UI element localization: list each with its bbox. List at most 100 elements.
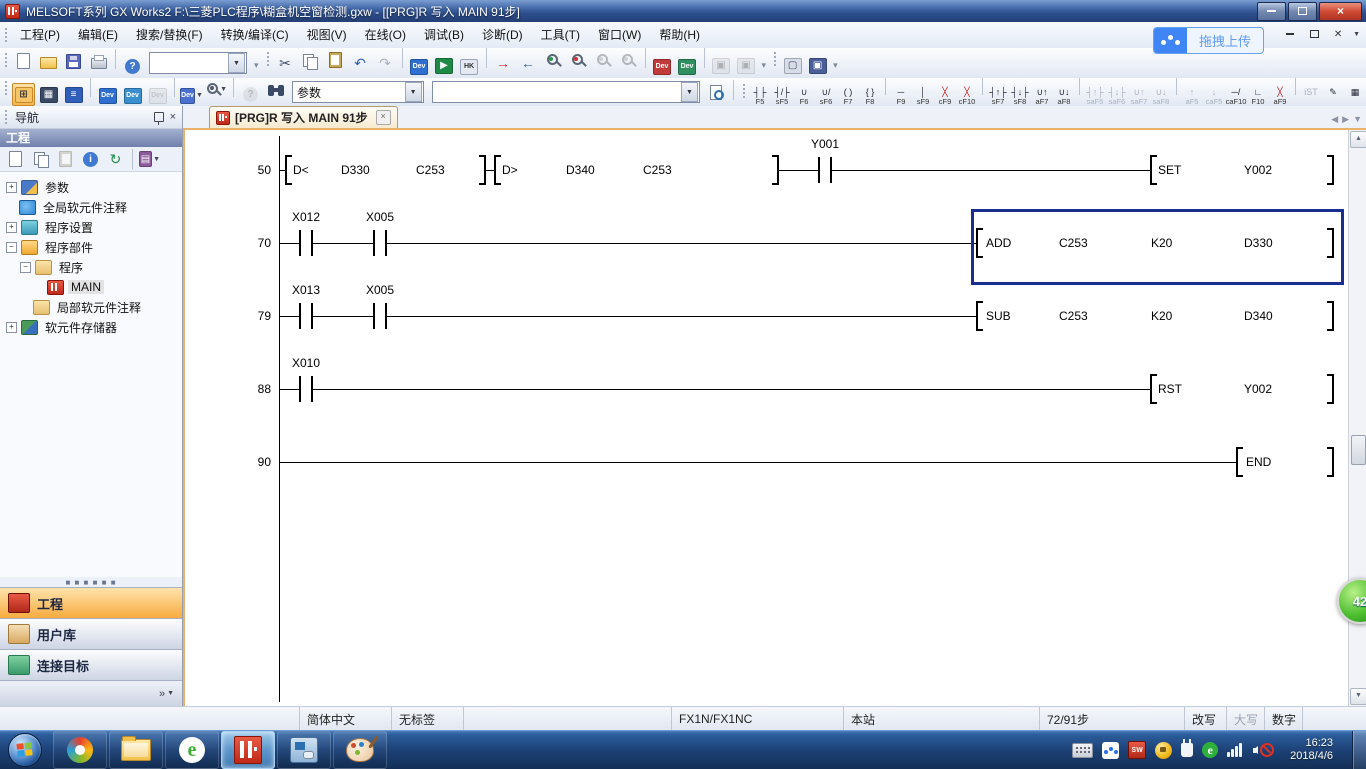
menu-overflow-icon[interactable]: ▼ xyxy=(1353,31,1360,38)
menu-item-5[interactable]: 在线(O) xyxy=(356,28,415,42)
new-document-icon[interactable] xyxy=(12,49,35,72)
navigation-toggle-icon[interactable]: ⊞ xyxy=(12,83,35,106)
ladder-key-aF5[interactable]: ↑aF5 xyxy=(1181,85,1203,107)
toolbar-overflow-icon[interactable]: ▾ xyxy=(254,60,259,73)
ladder-key-F5[interactable]: ┤├F5 xyxy=(749,85,771,107)
ladder-key-F9[interactable]: ─F9 xyxy=(890,85,912,107)
ladder-key-sF7[interactable]: ┤↑├sF7 xyxy=(987,85,1009,107)
mdi-restore-button[interactable] xyxy=(1305,26,1323,42)
help2-icon[interactable]: ? xyxy=(239,83,262,106)
toolbar-grip[interactable] xyxy=(772,50,777,68)
close-button[interactable]: × xyxy=(1319,2,1362,21)
tree-expander-icon[interactable]: + xyxy=(6,182,17,193)
toolbar-overflow-icon[interactable]: ▾ xyxy=(833,60,838,73)
nav-view-2[interactable]: 连接目标 xyxy=(0,649,182,680)
zoom-icon[interactable]: ▼ xyxy=(205,78,228,101)
ladder-key-aF9[interactable]: ╳aF9 xyxy=(1269,85,1291,107)
tree-item-6[interactable]: 局部软元件注释 xyxy=(0,297,182,317)
ladder-key-caF10[interactable]: ─/caF10 xyxy=(1225,85,1247,107)
network-signal-icon[interactable] xyxy=(1227,743,1244,757)
cut-icon[interactable]: ✂ xyxy=(274,52,297,75)
verify-icon[interactable]: HK xyxy=(458,55,481,78)
device-init-icon[interactable]: Dev xyxy=(146,84,169,107)
tree-expander-icon[interactable]: − xyxy=(6,242,17,253)
netdisk-upload-button[interactable]: 拖拽上传 xyxy=(1153,27,1264,54)
taskbar-app-explorer[interactable] xyxy=(109,731,163,769)
toolbar-grip[interactable] xyxy=(3,79,8,97)
security-lock-icon[interactable] xyxy=(1155,742,1172,759)
write-to-plc-icon[interactable]: Dev xyxy=(408,55,431,78)
window-cascade-icon[interactable]: ▣ xyxy=(735,54,758,77)
tree-item-main[interactable]: MAIN xyxy=(0,277,182,297)
window-tile-icon[interactable]: ▣ xyxy=(710,54,733,77)
scroll-down-icon[interactable]: ▼ xyxy=(1350,688,1366,705)
nav-view-1[interactable]: 用户库 xyxy=(0,618,182,649)
nav-footer[interactable]: »▼ xyxy=(0,680,182,706)
taskbar-app-paint[interactable] xyxy=(333,731,387,769)
ladder-key-sF5[interactable]: ┤/├sF5 xyxy=(771,85,793,107)
tree-item-0[interactable]: +参数 xyxy=(0,177,182,197)
ladder-key-cF9[interactable]: ╳cF9 xyxy=(934,85,956,107)
ladder-key-sF9[interactable]: │sF9 xyxy=(912,85,934,107)
volume-muted-icon[interactable] xyxy=(1253,742,1275,758)
ladder-key-caF5[interactable]: ↓caF5 xyxy=(1203,85,1225,107)
menu-item-6[interactable]: 调试(B) xyxy=(415,28,473,42)
ladder-key-F7[interactable]: ( )F7 xyxy=(837,85,859,107)
nav-splitter[interactable]: ■ ■ ■ ■ ■ ■ xyxy=(0,577,182,587)
pin-icon[interactable] xyxy=(154,112,164,122)
new-data-icon[interactable] xyxy=(4,148,27,171)
scrollbar-thumb[interactable] xyxy=(1351,435,1366,465)
copy-data-icon[interactable] xyxy=(29,148,52,171)
program-list-icon[interactable]: ≡ xyxy=(62,83,85,106)
ladder-key-F6[interactable]: ∪F6 xyxy=(793,85,815,107)
taskbar-app-control-panel[interactable] xyxy=(277,731,331,769)
ladder-key-aF8[interactable]: ∪↓aF8 xyxy=(1053,85,1075,107)
nav-close-icon[interactable]: × xyxy=(170,111,176,123)
project-combo[interactable]: ▼ xyxy=(149,52,247,74)
ladder-key-saF6[interactable]: ┤↓├saF6 xyxy=(1106,85,1128,107)
redo-icon[interactable]: ↷ xyxy=(374,52,397,75)
power-plug-icon[interactable] xyxy=(1181,743,1193,757)
sort-icon[interactable]: ▤▼ xyxy=(138,148,161,171)
device-display-red-icon[interactable]: Dev xyxy=(651,55,674,78)
tab-scroll-right-icon[interactable]: ▶ xyxy=(1342,114,1349,125)
nav-view-0[interactable]: 工程 xyxy=(0,587,182,618)
toolbar-overflow-icon[interactable]: ▾ xyxy=(762,60,767,73)
monitor-stop-icon[interactable] xyxy=(567,49,590,72)
maximize-button[interactable] xyxy=(1288,2,1317,21)
monitor-resume-icon[interactable] xyxy=(617,49,640,72)
ladder-selection-cursor[interactable] xyxy=(971,209,1344,285)
read-transfer-icon[interactable]: → xyxy=(492,52,515,75)
combo-arrow-icon[interactable]: ▼ xyxy=(681,82,698,102)
ladder-key-aF7[interactable]: ∪↑aF7 xyxy=(1031,85,1053,107)
taskbar-app-browser[interactable]: e xyxy=(165,731,219,769)
find-icon[interactable] xyxy=(264,79,287,102)
open-icon[interactable] xyxy=(37,50,60,73)
tab-close-icon[interactable]: × xyxy=(376,110,391,125)
start-button[interactable] xyxy=(8,733,42,767)
ladder-key-cF10[interactable]: ╳cF10 xyxy=(956,85,978,107)
tree-item-3[interactable]: −程序部件 xyxy=(0,237,182,257)
ladder-key-sF8[interactable]: ┤↓├sF8 xyxy=(1009,85,1031,107)
toolbar-grip[interactable] xyxy=(741,82,746,100)
undo-icon[interactable]: ↶ xyxy=(349,52,372,75)
taskbar-clock[interactable]: 16:23 2018/4/6 xyxy=(1290,737,1333,763)
taskbar-app-sogou[interactable] xyxy=(53,731,107,769)
device-display-green-icon[interactable]: Dev xyxy=(676,55,699,78)
monitor-mode-icon[interactable]: ▶ xyxy=(433,54,456,77)
circuit-check-icon[interactable] xyxy=(705,81,728,104)
ladder-editor[interactable]: 50Y001D<D330C253D>D340C253SETY00270X012X… xyxy=(183,130,1366,706)
mdi-close-button[interactable]: ✕ xyxy=(1329,26,1347,42)
write-transfer-icon[interactable]: ← xyxy=(517,52,540,75)
refresh-icon[interactable]: ↻ xyxy=(104,148,127,171)
combo-arrow-icon[interactable]: ▼ xyxy=(228,53,245,73)
show-desktop-button[interactable] xyxy=(1352,731,1366,769)
print-icon[interactable] xyxy=(87,50,110,73)
find-combo[interactable]: ▼ xyxy=(432,81,700,103)
device-display-icon[interactable]: Dev▼ xyxy=(180,84,203,107)
ladder-key-sF6[interactable]: ∪/sF6 xyxy=(815,85,837,107)
menu-item-9[interactable]: 窗口(W) xyxy=(589,28,650,42)
toolbar-grip[interactable] xyxy=(265,50,270,68)
menu-item-1[interactable]: 编辑(E) xyxy=(69,28,127,42)
tree-item-4[interactable]: −程序 xyxy=(0,257,182,277)
